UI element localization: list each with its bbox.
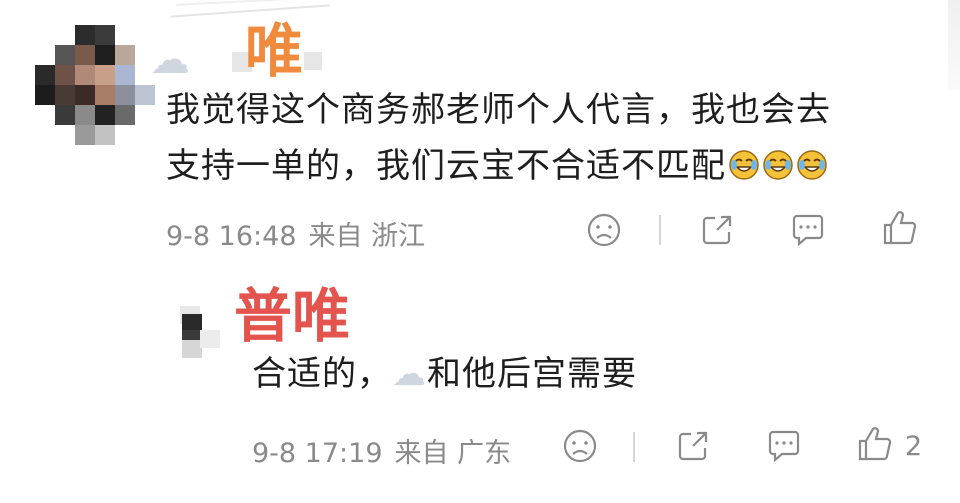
reply-time: 9-8 17:19: [252, 438, 383, 469]
scroll-edge: [948, 0, 960, 90]
cloud-icon: ☁: [392, 354, 427, 394]
comment-source: 来自 浙江: [308, 221, 426, 252]
comment-line-2: 支持一单的，我们云宝不合适不匹配: [166, 138, 946, 194]
avatar[interactable]: [35, 25, 155, 145]
comment-line-2-text: 支持一单的，我们云宝不合适不匹配: [166, 146, 726, 186]
dislike-icon[interactable]: [584, 210, 624, 250]
reply-text-b: 和他后宫需要: [427, 354, 637, 394]
comment-line-1: 我觉得这个商务郝老师个人代言，我也会去: [166, 90, 831, 130]
like-icon[interactable]: [880, 208, 920, 248]
dislike-icon[interactable]: [560, 426, 600, 466]
reply-meta: 9-8 17:19 来自 广东: [252, 431, 523, 470]
share-icon[interactable]: [697, 210, 737, 250]
reply-username[interactable]: 普唯: [234, 287, 350, 345]
reply-text-a: 合适的，: [252, 354, 392, 394]
comment-meta: 9-8 16:48 来自 浙江: [166, 214, 437, 253]
crying-laughing-emoji-icon: [762, 142, 794, 180]
comment-icon[interactable]: [764, 426, 804, 466]
reply-avatar[interactable]: [170, 300, 230, 360]
share-icon[interactable]: [673, 426, 713, 466]
comment-text: 我觉得这个商务郝老师个人代言，我也会去 支持一单的，我们云宝不合适不匹配: [166, 82, 946, 194]
crying-laughing-emoji-icon: [728, 142, 760, 180]
reply-source: 来自 广东: [394, 438, 512, 469]
reply-text: 合适的，☁和他后宫需要: [252, 346, 637, 402]
top-divider: [170, 4, 330, 18]
comment-time: 9-8 16:48: [166, 221, 297, 252]
action-divider: [659, 215, 661, 245]
name-mask: [304, 52, 322, 70]
top-divider-faint: [176, 0, 326, 6]
action-divider: [633, 432, 635, 462]
crying-laughing-emoji-icon: [796, 142, 828, 180]
cloud-icon: ☁: [150, 37, 190, 83]
like-icon[interactable]: [855, 424, 895, 464]
like-count: 2: [905, 431, 923, 462]
username[interactable]: 唯: [245, 22, 303, 80]
comment-icon[interactable]: [788, 210, 828, 250]
